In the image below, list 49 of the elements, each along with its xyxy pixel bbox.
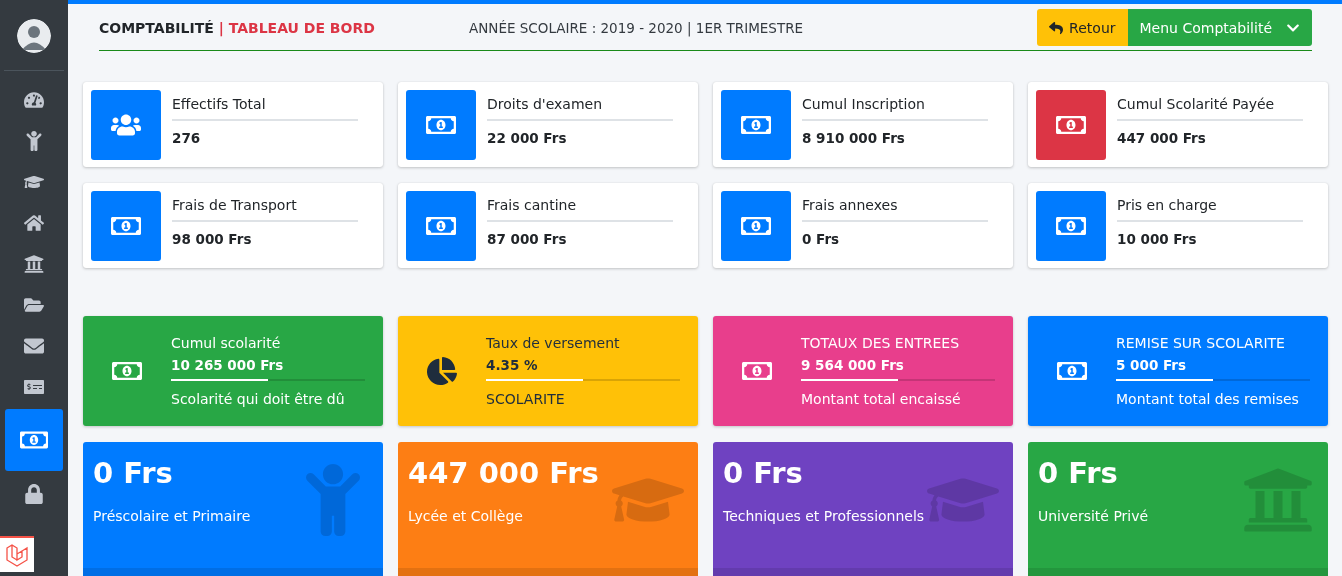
total-value: 447 000 Frs [408,456,600,490]
summary-value: 5 000 Frs [1116,357,1188,373]
summary-title: Cumul scolarité [171,335,282,351]
stat-value: 8 910 000 Frs [802,130,906,146]
total-value: 0 Frs [1038,456,1119,490]
home-icon [24,212,44,233]
summary-note: SCOLARITE [486,391,566,407]
reply-icon [1049,20,1064,35]
stat-label: Cumul Scolarité Payée [1117,96,1303,121]
avatar[interactable] [17,19,51,53]
total-label: Lycée et Collège [408,508,524,524]
school-period: ANNÉE SCOLAIRE : 2019 - 2020 | 1ER TRIMESTRE [469,19,805,36]
gauge-icon [24,89,44,110]
stat-label: Frais annexes [802,197,988,222]
logo-icon[interactable] [0,536,34,572]
stat-label: Cumul Inscription [802,96,988,121]
stat-label: Frais cantine [487,197,673,222]
stat-label: Droits d'examen [487,96,673,121]
summary-value: 9 564 000 Frs [801,357,905,373]
stat-value: 87 000 Frs [487,231,568,247]
summary-title: REMISE SUR SCOLARITE [1116,335,1286,351]
summary-title: TOTAUX DES ENTREES [801,335,961,351]
stat-label: Frais de Transport [172,197,358,222]
stat-label: Pris en charge [1117,197,1303,222]
summary-note: Montant total des remises [1116,391,1300,407]
total-value: 0 Frs [93,456,174,490]
stat-value: 98 000 Frs [172,231,253,247]
lock-icon [24,483,44,504]
stat-value: 447 000 Frs [1117,130,1207,146]
stat-label: Effectifs Total [172,96,358,121]
total-label: Préscolaire et Primaire [93,508,252,524]
stat-value: 22 000 Frs [487,130,568,146]
stat-value: 276 [172,130,202,146]
page-title: COMPTABILITÉ | TABLEAU DE BORD [99,19,376,36]
summary-value: 10 265 000 Frs [171,357,285,373]
total-label: Techniques et Professionnels [723,508,926,524]
total-label: Université Privé [1038,508,1150,524]
summary-note: Scolarité qui doit être dû [171,391,346,407]
back-button[interactable]: Retour [1037,9,1128,46]
stat-value: 10 000 Frs [1117,231,1198,247]
sidebar-item[interactable] [5,409,63,471]
summary-note: Montant total encaissé [801,391,962,407]
bank-icon [24,253,44,274]
summary-title: Taux de versement [486,335,621,351]
pie-chart-icon [427,356,457,386]
stat-value: 0 Frs [802,231,841,247]
total-value: 0 Frs [723,456,804,490]
child-icon [24,130,44,151]
summary-value: 4.35 % [486,357,539,373]
